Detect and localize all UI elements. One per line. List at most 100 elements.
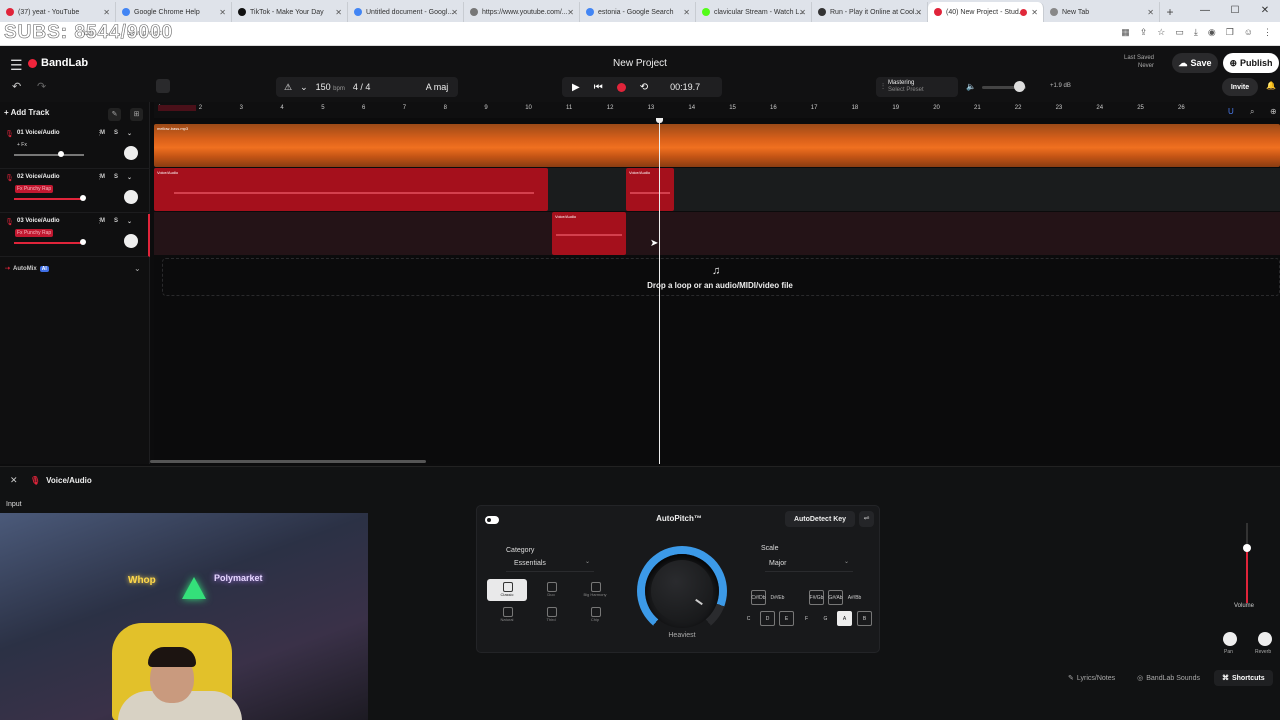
close-window-icon[interactable]: ✕ [1250, 0, 1280, 22]
key-selector[interactable]: A maj [416, 77, 458, 97]
track-lane-1[interactable]: mellow-bass.mp3 [154, 122, 1280, 167]
drop-zone[interactable] [162, 258, 1280, 296]
track-volume-knob[interactable] [80, 195, 86, 201]
save-button[interactable]: ☁ Save [1172, 53, 1218, 73]
automix-row[interactable]: ⇢ AutoMix AI [5, 265, 49, 272]
undo-icon[interactable]: ↶ [12, 80, 21, 93]
browser-tab[interactable]: New Tab ✕ [1044, 2, 1160, 22]
key-d-sharp[interactable]: D#/Eb [770, 590, 785, 605]
browser-tab[interactable]: estonia - Google Search ✕ [580, 2, 696, 22]
zoom-in-icon[interactable]: ⊕ [1270, 107, 1277, 116]
fx-preset-badge[interactable]: Fx Punchy Rap [15, 185, 54, 193]
snap-magnet-icon[interactable]: U [1228, 107, 1234, 116]
track-header-3[interactable]: 🎙 03 Voice/Audio ⋮ M S ⌄ Fx Punchy Rap [0, 214, 150, 257]
menu-dots-icon[interactable]: ⋮ [1263, 27, 1272, 38]
playhead[interactable] [659, 118, 660, 464]
lyrics-notes-button[interactable]: ✎ Lyrics/Notes [1060, 670, 1123, 686]
play-icon[interactable]: ▶ [572, 82, 580, 93]
pan-knob[interactable] [124, 190, 138, 204]
minimize-icon[interactable]: — [1190, 0, 1220, 22]
close-tab-icon[interactable]: ✕ [1031, 8, 1038, 17]
solo-button[interactable]: S [114, 174, 118, 181]
new-tab-button[interactable]: + [1160, 2, 1180, 22]
audio-clip[interactable]: mellow-bass.mp3 [154, 124, 1280, 167]
style-duo-button[interactable]: Duo [531, 579, 571, 601]
playhead-handle[interactable] [656, 118, 663, 123]
track-volume-slider[interactable] [14, 198, 84, 200]
browser-tab[interactable]: Run - Play it Online at Cool... ✕ [812, 2, 928, 22]
expand-chevron-icon[interactable]: ⌄ [127, 130, 132, 137]
time-signature[interactable]: 4 / 4 [353, 82, 371, 92]
key-g[interactable]: G [818, 611, 833, 626]
style-chip-button[interactable]: Chip [575, 604, 615, 626]
category-select[interactable]: Essentials ⌄ [506, 558, 594, 572]
mute-button[interactable]: M [100, 218, 105, 225]
mute-button[interactable]: M [100, 130, 105, 137]
browser-tab-active[interactable]: (40) New Project - Stud... ✕ [928, 2, 1044, 22]
key-d[interactable]: D [760, 611, 775, 626]
close-tab-icon[interactable]: ✕ [219, 8, 226, 17]
rewind-icon[interactable]: ⏮ [594, 82, 603, 93]
close-tab-icon[interactable]: ✕ [1147, 8, 1154, 17]
audio-clip[interactable]: Voice/Audio [154, 168, 548, 211]
add-fx-button[interactable]: + Fx [15, 141, 29, 149]
close-panel-icon[interactable]: ✕ [10, 475, 18, 486]
address-bar[interactable]: ban... ... ... ... New project ▦ ⇪ ☆ ▭ ⤓… [0, 22, 1280, 46]
bandlab-sounds-button[interactable]: ◎ BandLab Sounds [1129, 670, 1208, 686]
key-a[interactable]: A [837, 611, 852, 626]
record-icon[interactable] [616, 82, 626, 92]
copy-icon[interactable]: ❐ [1226, 27, 1234, 38]
key-f-sharp[interactable]: F#/Gb [809, 590, 824, 605]
pan-knob[interactable] [1223, 632, 1237, 646]
publish-button[interactable]: ⊕ Publish [1223, 53, 1279, 73]
track-volume-knob[interactable] [80, 239, 86, 245]
speaker-icon[interactable]: 🔈 [966, 82, 976, 91]
close-tab-icon[interactable]: ✕ [799, 8, 806, 17]
bpm-value[interactable]: 150 bpm [316, 82, 345, 92]
style-third-button[interactable]: Third [531, 604, 571, 626]
mixer-toggle-icon[interactable] [156, 79, 170, 93]
key-a-sharp[interactable]: A#/Bb [847, 590, 862, 605]
close-tab-icon[interactable]: ✕ [683, 8, 690, 17]
extension-icon[interactable]: ▦ [1121, 27, 1130, 38]
key-b[interactable]: B [857, 611, 872, 626]
track-settings-icon[interactable]: ⊞ [130, 108, 143, 121]
mastering-button[interactable]: ⫶ Mastering Select Preset [876, 77, 958, 97]
download-icon[interactable]: ⤓ [1194, 27, 1198, 38]
track-volume-slider[interactable] [14, 242, 84, 244]
audio-clip[interactable]: Voice/Audio [626, 168, 674, 211]
scale-select[interactable]: Major ⌄ [765, 558, 853, 572]
key-e[interactable]: E [779, 611, 794, 626]
browser-tab[interactable]: Untitled document - Googl... ✕ [348, 2, 464, 22]
style-natural-button[interactable]: Natural [487, 604, 527, 626]
expand-chevron-icon[interactable]: ⌄ [127, 218, 132, 225]
share-icon[interactable]: ⇪ [1140, 27, 1148, 38]
loop-region-marker[interactable] [158, 105, 196, 111]
expand-chevron-icon[interactable]: ⌄ [127, 174, 132, 181]
close-tab-icon[interactable]: ✕ [567, 8, 574, 17]
add-track-button[interactable]: + Add Track [4, 108, 49, 117]
solo-button[interactable]: S [114, 130, 118, 137]
loop-icon[interactable]: ⟲ [640, 82, 648, 93]
automix-chevron-icon[interactable]: ⌄ [134, 264, 141, 273]
close-tab-icon[interactable]: ✕ [451, 8, 458, 17]
track-header-2[interactable]: 🎙 02 Voice/Audio ⋮ M S ⌄ Fx Punchy Rap [0, 170, 150, 213]
timeline-ruler[interactable]: 1234567891011121314151617181920212223242… [154, 102, 1280, 118]
project-title[interactable]: New Project [0, 58, 1280, 69]
autodetect-key-button[interactable]: AutoDetect Key [785, 511, 855, 527]
track-volume-slider[interactable] [14, 154, 84, 156]
close-tab-icon[interactable]: ✕ [335, 8, 342, 17]
fx-preset-badge[interactable]: Fx Punchy Rap [15, 229, 54, 237]
pan-knob[interactable] [124, 146, 138, 160]
browser-tab[interactable]: clavicular Stream - Watch L... ✕ [696, 2, 812, 22]
redo-icon[interactable]: ↷ [37, 80, 46, 93]
mute-button[interactable]: M [100, 174, 105, 181]
audio-clip[interactable]: Voice/Audio [552, 212, 626, 255]
browser-tab[interactable]: TikTok - Make Your Day ✕ [232, 2, 348, 22]
autopitch-settings-icon[interactable]: ⇌ [859, 511, 874, 527]
style-big-harmony-button[interactable]: Big Harmony [575, 579, 615, 601]
sidepanel-icon[interactable]: ▭ [1175, 27, 1184, 38]
horizontal-scrollbar[interactable] [150, 460, 426, 463]
master-volume-knob[interactable] [1014, 81, 1025, 92]
shortcuts-button[interactable]: ⌘ Shortcuts [1213, 670, 1273, 686]
